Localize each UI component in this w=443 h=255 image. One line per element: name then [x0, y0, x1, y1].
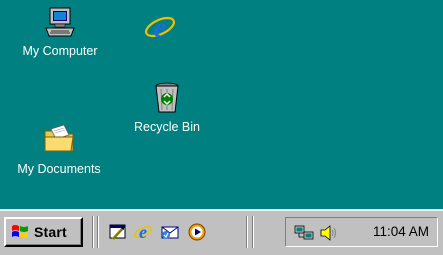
- windows-logo-icon: [10, 223, 30, 241]
- my-documents-icon: [42, 121, 76, 155]
- desktop-icon-label: My Documents: [17, 162, 101, 176]
- svg-text:e: e: [139, 222, 147, 242]
- taskbar-separator: [246, 216, 248, 248]
- desktop-icon-my-documents[interactable]: My Documents: [4, 121, 114, 176]
- windows-media-player-icon[interactable]: [187, 222, 207, 242]
- network-connection-icon[interactable]: [294, 223, 314, 243]
- outlook-express-icon[interactable]: [160, 222, 180, 242]
- start-label: Start: [34, 224, 67, 240]
- desktop-icon-recycle-bin[interactable]: Recycle Bin: [119, 80, 215, 134]
- svg-text:e: e: [153, 11, 166, 44]
- internet-explorer-icon[interactable]: e: [133, 222, 153, 242]
- volume-speaker-icon[interactable]: [318, 223, 338, 243]
- desktop-icon-label: Recycle Bin: [134, 120, 200, 134]
- show-desktop-icon[interactable]: [108, 222, 128, 242]
- taskbar-clock[interactable]: 11:04 AM: [373, 224, 429, 239]
- start-button[interactable]: Start: [4, 217, 83, 247]
- internet-explorer-icon: e: [143, 10, 177, 44]
- desktop[interactable]: My Computer e Recycle Bin My Documents: [0, 0, 443, 209]
- taskbar-separator: [97, 216, 99, 248]
- my-computer-icon: [43, 6, 77, 40]
- taskbar: Start e 11:04 AM: [0, 209, 443, 255]
- system-tray: 11:04 AM: [285, 217, 438, 247]
- recycle-bin-icon: [150, 80, 184, 114]
- desktop-icon-label: My Computer: [22, 44, 98, 58]
- taskbar-separator: [92, 216, 94, 248]
- taskbar-separator: [252, 216, 254, 248]
- desktop-icon-internet-explorer[interactable]: e: [140, 10, 180, 44]
- desktop-icon-my-computer[interactable]: My Computer: [12, 6, 108, 58]
